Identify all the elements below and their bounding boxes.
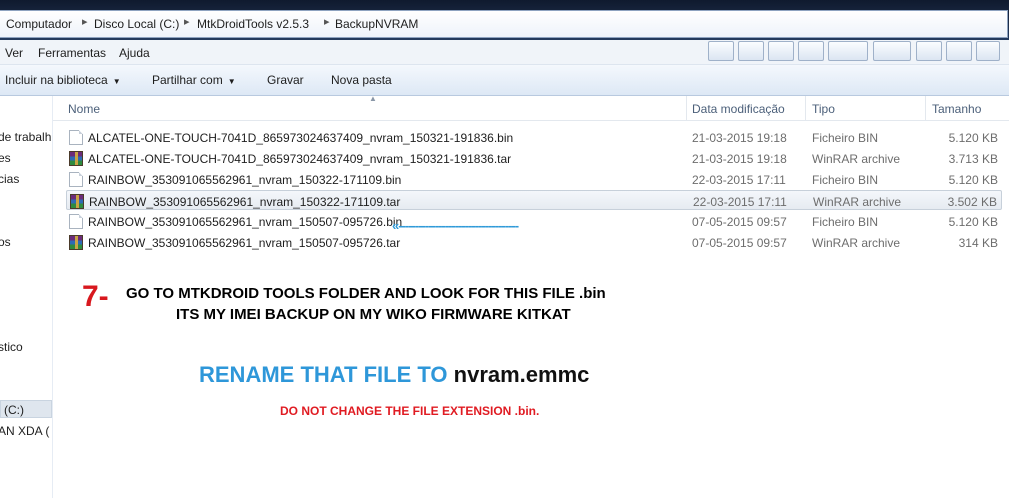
change-view-icon[interactable] bbox=[873, 41, 911, 61]
file-size: 5.120 KB bbox=[948, 131, 998, 145]
organize-icon[interactable] bbox=[828, 41, 868, 61]
file-name: ALCATEL-ONE-TOUCH-7041D_865973024637409_… bbox=[88, 152, 512, 166]
close-icon[interactable] bbox=[976, 41, 1000, 61]
file-date: 22-03-2015 17:11 bbox=[692, 173, 786, 187]
file-row[interactable]: RAINBOW_353091065562961_nvram_150322-171… bbox=[66, 169, 1002, 189]
file-row[interactable]: ALCATEL-ONE-TOUCH-7041D_865973024637409_… bbox=[66, 148, 1002, 168]
breadcrumb-separator-icon[interactable]: ▸ bbox=[184, 15, 190, 28]
file-type: Ficheiro BIN bbox=[812, 131, 879, 145]
step-number: 7- bbox=[82, 280, 109, 313]
new-folder-button[interactable]: Nova pasta bbox=[331, 73, 392, 87]
breadcrumb-separator-icon[interactable]: ▸ bbox=[82, 15, 88, 28]
file-name: RAINBOW_353091065562961_nvram_150507-095… bbox=[88, 215, 403, 229]
breadcrumb-backupnvram[interactable]: BackupNVRAM bbox=[335, 17, 418, 31]
include-in-library-label: Incluir na biblioteca bbox=[5, 73, 108, 87]
file-size: 5.120 KB bbox=[948, 173, 998, 187]
file-name: RAINBOW_353091065562961_nvram_150507-095… bbox=[88, 236, 401, 250]
file-row[interactable]: RAINBOW_353091065562961_nvram_150507-095… bbox=[66, 232, 1002, 252]
column-header-type[interactable]: Tipo bbox=[812, 102, 835, 116]
nav-item-5[interactable]: stico bbox=[0, 340, 23, 354]
nav-item-2[interactable]: es bbox=[0, 151, 11, 165]
column-divider[interactable] bbox=[805, 96, 806, 120]
file-type: Ficheiro BIN bbox=[812, 173, 879, 187]
file-name: ALCATEL-ONE-TOUCH-7041D_865973024637409_… bbox=[88, 131, 514, 145]
chevron-down-icon: ▼ bbox=[227, 77, 236, 86]
layout-icon[interactable] bbox=[798, 41, 824, 61]
file-size: 5.120 KB bbox=[948, 215, 998, 229]
view-options-icon[interactable] bbox=[708, 41, 734, 61]
bin-file-icon bbox=[69, 172, 83, 187]
breadcrumb-separator-icon[interactable]: ▸ bbox=[324, 15, 330, 28]
instruction-line-2: ITS MY IMEI BACKUP ON MY WIKO FIRMWARE K… bbox=[176, 306, 571, 323]
file-size: 3.502 KB bbox=[947, 195, 997, 209]
column-header-name[interactable]: Nome bbox=[68, 102, 100, 116]
file-date: 07-05-2015 09:57 bbox=[692, 215, 787, 229]
include-in-library-button[interactable]: Incluir na biblioteca ▼ bbox=[5, 73, 121, 87]
column-divider[interactable] bbox=[925, 96, 926, 120]
file-row[interactable]: ALCATEL-ONE-TOUCH-7041D_865973024637409_… bbox=[66, 127, 1002, 147]
rename-prefix: RENAME THAT FILE TO bbox=[199, 362, 448, 387]
menu-ajuda[interactable]: Ajuda bbox=[119, 46, 150, 60]
sort-ascending-icon: ▲ bbox=[369, 94, 377, 103]
file-name: RAINBOW_353091065562961_nvram_150322-171… bbox=[89, 195, 401, 209]
minimize-icon[interactable] bbox=[946, 41, 972, 61]
nav-item-local-disk[interactable]: l (C:) bbox=[0, 403, 24, 417]
file-type: WinRAR archive bbox=[812, 152, 901, 166]
winrar-archive-icon bbox=[69, 235, 83, 250]
share-with-button[interactable]: Partilhar com ▼ bbox=[152, 73, 236, 87]
bin-file-icon bbox=[69, 130, 83, 145]
menu-ver[interactable]: Ver bbox=[5, 46, 23, 60]
nav-item-4[interactable]: os bbox=[0, 235, 11, 249]
share-with-label: Partilhar com bbox=[152, 73, 223, 87]
nav-item-3[interactable]: cias bbox=[0, 172, 19, 186]
nav-item-desktop[interactable]: de trabalh bbox=[0, 130, 51, 144]
menu-ferramentas[interactable]: Ferramentas bbox=[38, 46, 106, 60]
file-type: WinRAR archive bbox=[813, 195, 902, 209]
file-date: 22-03-2015 17:11 bbox=[693, 195, 787, 209]
navigation-pane: de trabalh es cias os stico l (C:) AN XD… bbox=[0, 96, 53, 498]
breadcrumb[interactable]: Computador ▸ Disco Local (C:) ▸ MtkDroid… bbox=[0, 10, 1008, 38]
details-pane-icon[interactable] bbox=[768, 41, 794, 61]
file-size: 3.713 KB bbox=[948, 152, 998, 166]
help-icon[interactable] bbox=[916, 41, 942, 61]
bin-file-icon bbox=[69, 214, 83, 229]
file-date: 07-05-2015 09:57 bbox=[692, 236, 787, 250]
burn-button[interactable]: Gravar bbox=[267, 73, 304, 87]
rename-target: nvram.emmc bbox=[453, 362, 590, 387]
breadcrumb-computer[interactable]: Computador bbox=[6, 17, 72, 31]
file-name: RAINBOW_353091065562961_nvram_150322-171… bbox=[88, 173, 402, 187]
file-row-selected[interactable]: RAINBOW_353091065562961_nvram_150322-171… bbox=[66, 190, 1002, 210]
nav-item-xda[interactable]: AN XDA ( bbox=[0, 424, 49, 438]
file-type: WinRAR archive bbox=[812, 236, 901, 250]
winrar-archive-icon bbox=[69, 151, 83, 166]
column-divider[interactable] bbox=[686, 96, 687, 120]
chevron-down-icon: ▼ bbox=[112, 77, 121, 86]
instruction-line-1: GO TO MTKDROID TOOLS FOLDER AND LOOK FOR… bbox=[126, 285, 606, 302]
column-header-size[interactable]: Tamanho bbox=[932, 102, 981, 116]
file-date: 21-03-2015 19:18 bbox=[692, 131, 787, 145]
address-bar: Computador ▸ Disco Local (C:) ▸ MtkDroid… bbox=[0, 0, 1009, 40]
breadcrumb-mtkdroidtools[interactable]: MtkDroidTools v2.5.3 bbox=[197, 17, 309, 31]
file-type: Ficheiro BIN bbox=[812, 215, 879, 229]
rename-instruction: RENAME THAT FILE TO nvram.emmc bbox=[199, 362, 589, 388]
winrar-archive-icon bbox=[70, 194, 84, 209]
file-size: 314 KB bbox=[958, 236, 998, 250]
column-header-date[interactable]: Data modificação bbox=[692, 102, 785, 116]
file-date: 21-03-2015 19:18 bbox=[692, 152, 787, 166]
warning-text: DO NOT CHANGE THE FILE EXTENSION .bin. bbox=[280, 404, 540, 418]
preview-pane-icon[interactable] bbox=[738, 41, 764, 61]
column-headers: ▲ Nome Data modificação Tipo Tamanho bbox=[53, 94, 1009, 121]
command-bar: Incluir na biblioteca ▼ Partilhar com ▼ Gr… bbox=[0, 65, 1009, 96]
pointer-arrow-icon: «------------------------------------ bbox=[392, 218, 519, 230]
breadcrumb-disk[interactable]: Disco Local (C:) bbox=[94, 17, 179, 31]
